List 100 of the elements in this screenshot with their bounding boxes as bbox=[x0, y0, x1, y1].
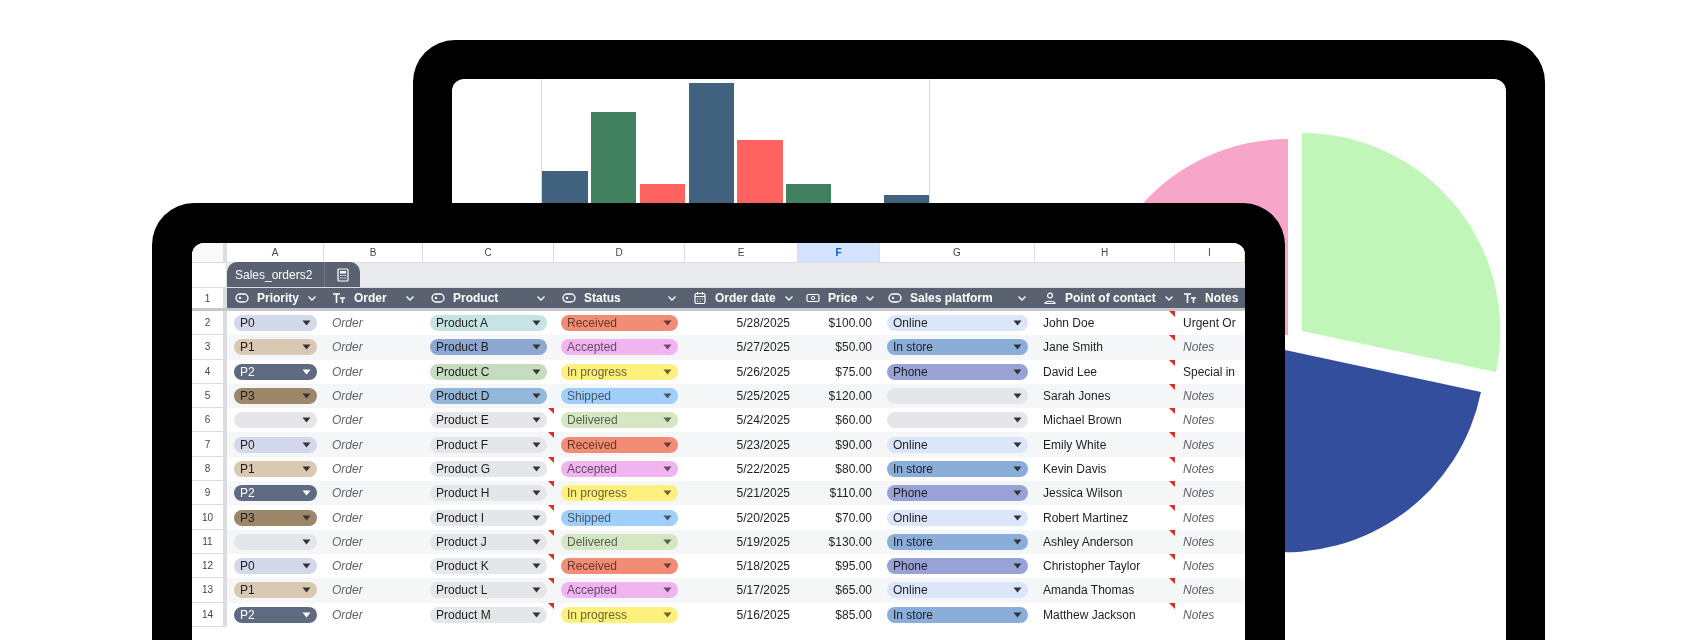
order-cell[interactable]: Order bbox=[324, 529, 423, 554]
priority-dropdown[interactable]: P3 bbox=[234, 388, 317, 405]
platform-dropdown[interactable]: Phone bbox=[887, 363, 1028, 380]
order-cell[interactable]: Order bbox=[324, 602, 423, 627]
priority-dropdown[interactable]: P0 bbox=[234, 558, 317, 575]
priority-dropdown[interactable] bbox=[234, 533, 317, 550]
column-header[interactable]: C bbox=[423, 243, 554, 263]
priority-dropdown[interactable]: P0 bbox=[234, 315, 317, 332]
product-dropdown[interactable]: Product F bbox=[430, 436, 547, 453]
column-heading[interactable]: Notes bbox=[1175, 288, 1245, 308]
status-dropdown[interactable]: Shipped bbox=[561, 388, 678, 405]
notes-cell[interactable]: Urgent Or bbox=[1175, 311, 1245, 336]
priority-dropdown[interactable]: P1 bbox=[234, 582, 317, 599]
product-dropdown[interactable]: Product A bbox=[430, 315, 547, 332]
product-dropdown[interactable]: Product C bbox=[430, 363, 547, 380]
order-cell[interactable]: Order bbox=[324, 335, 423, 360]
product-dropdown[interactable]: Product J bbox=[430, 533, 547, 550]
platform-dropdown[interactable]: In store bbox=[887, 460, 1028, 477]
column-header[interactable]: G bbox=[880, 243, 1035, 263]
platform-dropdown[interactable]: Online bbox=[887, 582, 1028, 599]
column-header[interactable]: H bbox=[1035, 243, 1175, 263]
status-dropdown[interactable]: Received bbox=[561, 436, 678, 453]
platform-dropdown[interactable]: In store bbox=[887, 533, 1028, 550]
column-heading[interactable]: Status bbox=[554, 288, 685, 308]
caret-icon bbox=[532, 563, 541, 570]
column-header[interactable]: D bbox=[554, 243, 685, 263]
column-heading[interactable]: Order bbox=[324, 288, 423, 308]
priority-dropdown[interactable]: P2 bbox=[234, 606, 317, 623]
notes-cell[interactable]: Notes bbox=[1175, 456, 1245, 482]
status-dropdown[interactable]: Accepted bbox=[561, 339, 678, 356]
column-header[interactable]: A bbox=[227, 243, 324, 263]
product-dropdown[interactable]: Product G bbox=[430, 460, 547, 477]
notes-cell[interactable]: Notes bbox=[1175, 481, 1245, 506]
notes-cell[interactable]: Special in bbox=[1175, 359, 1245, 384]
notes-cell[interactable]: Notes bbox=[1175, 578, 1245, 603]
notes-cell[interactable]: Notes bbox=[1175, 553, 1245, 579]
order-cell[interactable]: Order bbox=[324, 481, 423, 506]
priority-dropdown[interactable]: P2 bbox=[234, 485, 317, 502]
priority-dropdown[interactable]: P1 bbox=[234, 460, 317, 477]
order-cell[interactable]: Order bbox=[324, 432, 423, 457]
platform-dropdown[interactable]: Phone bbox=[887, 558, 1028, 575]
status-dropdown[interactable]: Accepted bbox=[561, 582, 678, 599]
platform-dropdown[interactable]: Online bbox=[887, 436, 1028, 453]
column-header[interactable]: E bbox=[685, 243, 798, 263]
status-dropdown[interactable]: Delivered bbox=[561, 533, 678, 550]
corner-cell[interactable] bbox=[192, 243, 227, 263]
status-dropdown[interactable]: Delivered bbox=[561, 412, 678, 429]
order-cell[interactable]: Order bbox=[324, 359, 423, 384]
column-header[interactable]: F bbox=[798, 243, 880, 263]
column-heading[interactable]: Product bbox=[423, 288, 554, 308]
column-heading[interactable]: Point of contact bbox=[1035, 288, 1175, 308]
status-dropdown[interactable]: Accepted bbox=[561, 460, 678, 477]
platform-dropdown[interactable] bbox=[887, 412, 1028, 429]
platform-dropdown[interactable]: Online bbox=[887, 509, 1028, 526]
priority-dropdown[interactable]: P3 bbox=[234, 509, 317, 526]
notes-cell[interactable]: Notes bbox=[1175, 505, 1245, 530]
product-dropdown[interactable]: Product D bbox=[430, 388, 547, 405]
notes-cell[interactable]: Notes bbox=[1175, 432, 1245, 457]
platform-dropdown[interactable]: In store bbox=[887, 339, 1028, 356]
notes-cell[interactable]: Notes bbox=[1175, 383, 1245, 409]
status-dropdown[interactable]: In progress bbox=[561, 485, 678, 502]
order-cell[interactable]: Order bbox=[324, 383, 423, 409]
order-cell[interactable]: Order bbox=[324, 456, 423, 482]
status-dropdown[interactable]: Received bbox=[561, 558, 678, 575]
table-tab[interactable]: Sales_orders2 bbox=[227, 262, 324, 287]
status-dropdown[interactable]: In progress bbox=[561, 606, 678, 623]
platform-dropdown[interactable]: Phone bbox=[887, 485, 1028, 502]
platform-dropdown[interactable]: In store bbox=[887, 606, 1028, 623]
column-heading[interactable]: Priority bbox=[227, 288, 324, 308]
notes-cell[interactable]: Notes bbox=[1175, 335, 1245, 360]
priority-dropdown[interactable]: P1 bbox=[234, 339, 317, 356]
priority-dropdown[interactable] bbox=[234, 412, 317, 429]
product-dropdown[interactable]: Product B bbox=[430, 339, 547, 356]
status-dropdown[interactable]: In progress bbox=[561, 363, 678, 380]
priority-dropdown[interactable]: P2 bbox=[234, 363, 317, 380]
order-cell[interactable]: Order bbox=[324, 408, 423, 433]
priority-dropdown[interactable]: P0 bbox=[234, 436, 317, 453]
order-cell[interactable]: Order bbox=[324, 505, 423, 530]
order-cell[interactable]: Order bbox=[324, 553, 423, 579]
platform-dropdown[interactable] bbox=[887, 388, 1028, 405]
column-heading[interactable]: Sales platform bbox=[880, 288, 1035, 308]
product-dropdown[interactable]: Product I bbox=[430, 509, 547, 526]
order-cell[interactable]: Order bbox=[324, 311, 423, 336]
product-dropdown[interactable]: Product M bbox=[430, 606, 547, 623]
platform-dropdown[interactable]: Online bbox=[887, 315, 1028, 332]
product-dropdown[interactable]: Product K bbox=[430, 558, 547, 575]
column-heading[interactable]: Price bbox=[798, 288, 880, 308]
notes-cell[interactable]: Notes bbox=[1175, 602, 1245, 627]
notes-cell[interactable]: Notes bbox=[1175, 408, 1245, 433]
column-header[interactable]: I bbox=[1175, 243, 1245, 263]
notes-cell[interactable]: Notes bbox=[1175, 529, 1245, 554]
status-dropdown[interactable]: Received bbox=[561, 315, 678, 332]
table-view-button[interactable] bbox=[324, 262, 360, 287]
product-dropdown[interactable]: Product E bbox=[430, 412, 547, 429]
caret-icon bbox=[532, 320, 541, 327]
column-heading[interactable]: Order date bbox=[685, 288, 798, 308]
product-dropdown[interactable]: Product L bbox=[430, 582, 547, 599]
product-dropdown[interactable]: Product H bbox=[430, 485, 547, 502]
status-dropdown[interactable]: Shipped bbox=[561, 509, 678, 526]
order-cell[interactable]: Order bbox=[324, 578, 423, 603]
